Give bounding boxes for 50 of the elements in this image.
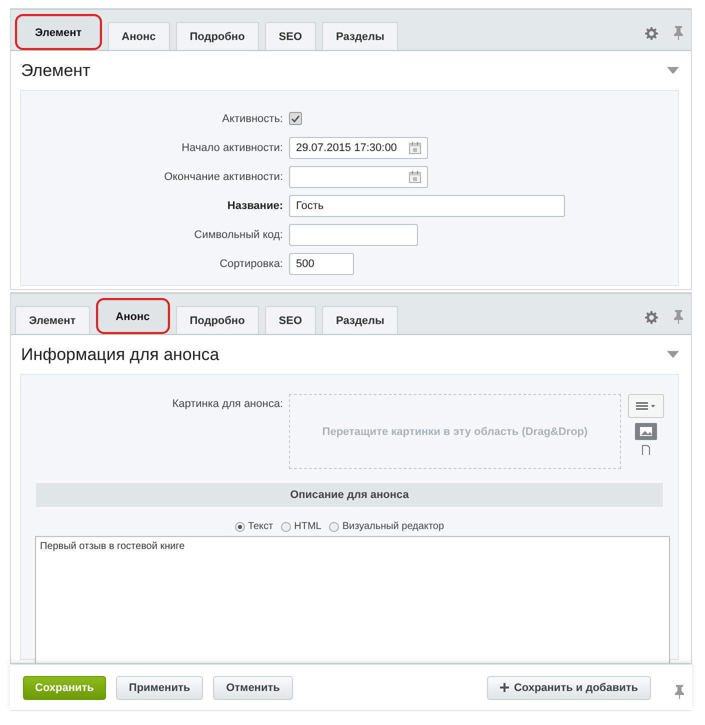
menu-icon bbox=[636, 402, 656, 410]
input-field[interactable]: 500 bbox=[289, 252, 354, 274]
input-field[interactable]: 29.07.2015 17:30:00 bbox=[289, 136, 428, 158]
radio-option[interactable]: HTML bbox=[281, 521, 322, 532]
input-field[interactable] bbox=[289, 224, 418, 246]
tab[interactable]: Подробно bbox=[176, 22, 259, 50]
radio-button[interactable] bbox=[329, 522, 340, 532]
tab[interactable]: Разделы bbox=[322, 306, 398, 334]
tab[interactable]: Анонс bbox=[98, 300, 168, 332]
radio-option[interactable]: Текст bbox=[234, 521, 274, 532]
field-label: Символьный код: bbox=[193, 228, 284, 240]
action-button[interactable]: Отменить bbox=[213, 676, 293, 700]
section-header: Описание для анонса bbox=[36, 483, 663, 507]
radio-button[interactable] bbox=[234, 522, 245, 532]
section-title: Элемент bbox=[21, 60, 90, 80]
tab[interactable]: SEO bbox=[264, 306, 316, 334]
image-icon[interactable] bbox=[635, 423, 657, 440]
pin-icon[interactable] bbox=[674, 26, 683, 40]
tab[interactable]: Подробно bbox=[176, 306, 259, 334]
action-button[interactable]: Сохранить и добавить bbox=[486, 676, 651, 700]
field-label: Название: bbox=[226, 200, 284, 212]
checkbox[interactable] bbox=[289, 112, 302, 125]
input-field[interactable]: Гость bbox=[289, 194, 565, 216]
pin-icon[interactable] bbox=[675, 684, 684, 698]
section-title: Информация для анонса bbox=[21, 344, 220, 364]
calendar-icon[interactable] bbox=[409, 170, 421, 182]
settings-icon[interactable] bbox=[645, 310, 658, 324]
field-label: Окончание активности: bbox=[163, 170, 284, 182]
action-button[interactable]: Применить bbox=[116, 676, 204, 700]
field-label: Картинка для анонса: bbox=[171, 397, 284, 410]
tab[interactable]: Элемент bbox=[15, 306, 90, 334]
pin-icon[interactable] bbox=[674, 310, 683, 324]
field-label: Активность: bbox=[221, 112, 284, 124]
radio-option[interactable]: Визуальный редактор bbox=[329, 521, 444, 532]
collapse-icon[interactable] bbox=[667, 67, 679, 74]
input-field[interactable] bbox=[289, 166, 428, 188]
radio-button[interactable] bbox=[281, 522, 292, 532]
plus-icon bbox=[500, 683, 509, 692]
collapse-icon[interactable] bbox=[667, 351, 679, 358]
tab[interactable]: SEO bbox=[264, 22, 316, 50]
menu-button[interactable] bbox=[628, 394, 664, 418]
field-label: Начало активности: bbox=[180, 142, 284, 154]
tab[interactable]: Разделы bbox=[322, 22, 398, 50]
text-area[interactable]: Первый отзыв в гостевой книге bbox=[35, 536, 670, 663]
file-icon[interactable] bbox=[642, 445, 650, 455]
field-label: Сортировка: bbox=[218, 258, 284, 270]
settings-icon[interactable] bbox=[645, 26, 658, 40]
calendar-icon[interactable] bbox=[409, 142, 421, 154]
tab[interactable]: Анонс bbox=[108, 22, 170, 50]
tab[interactable]: Элемент bbox=[17, 16, 100, 48]
